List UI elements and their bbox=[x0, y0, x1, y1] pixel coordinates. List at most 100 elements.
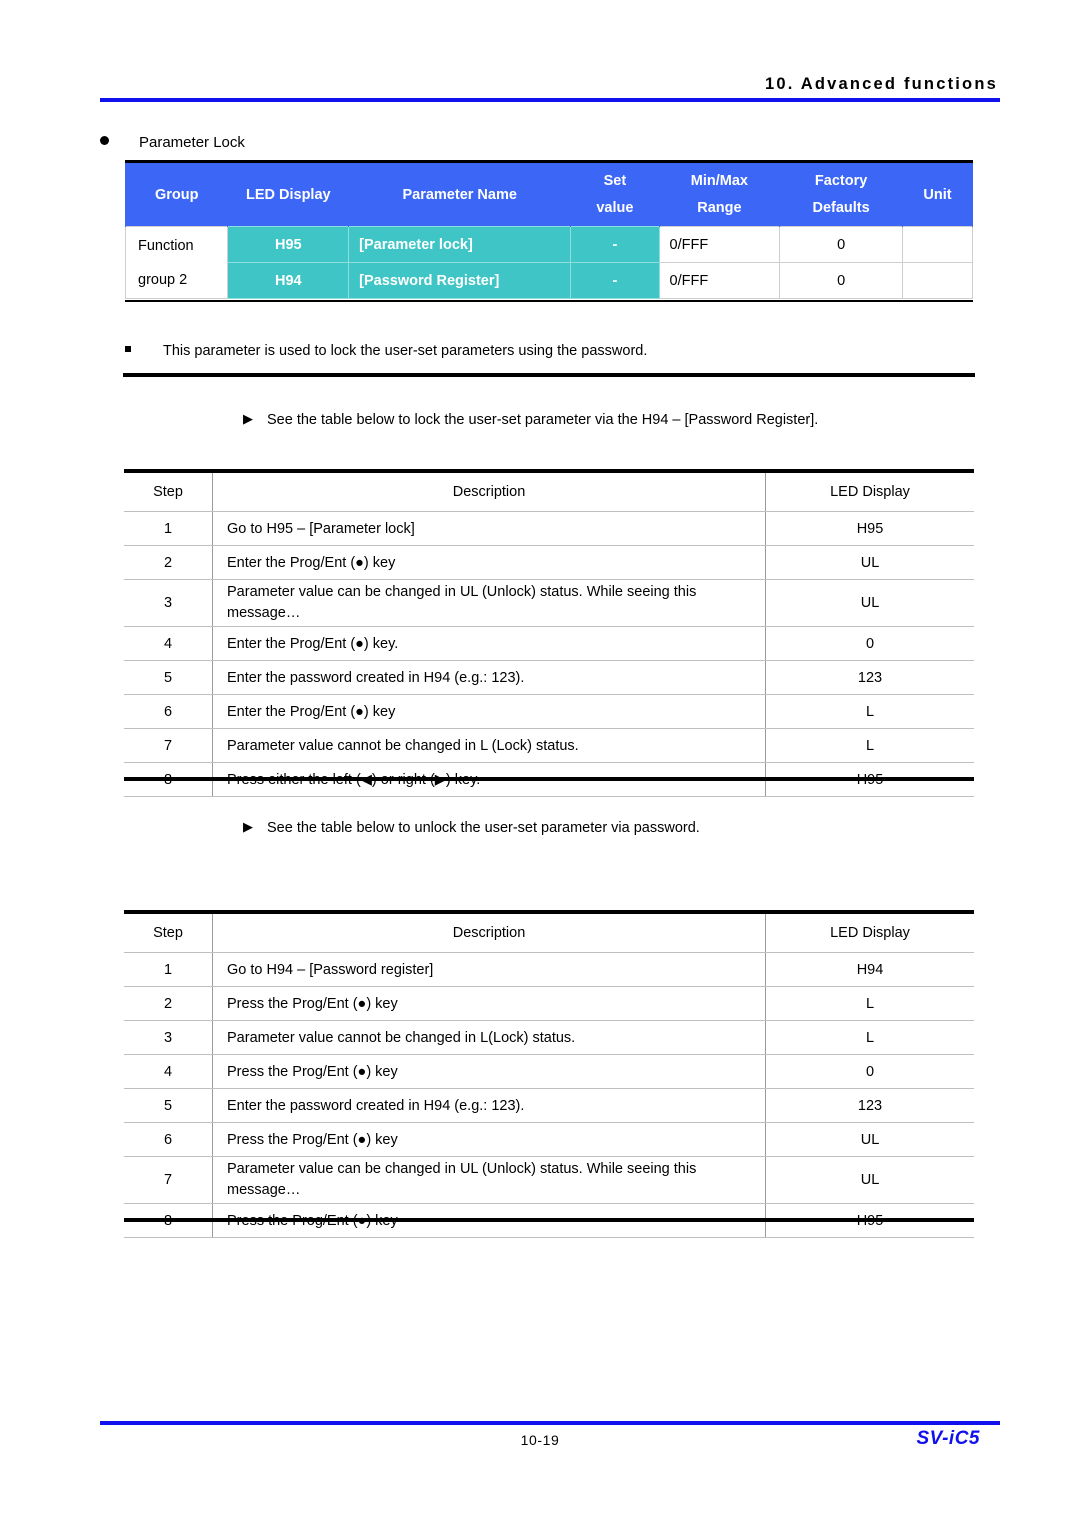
cell-led-display: H94 bbox=[227, 262, 350, 299]
cell-min-max-range: 0/FFF bbox=[658, 226, 781, 263]
unlock-step-table-body: 1 Go to H94 – [Password register] H94 2 … bbox=[124, 952, 974, 1238]
column-header-parameter-name: Parameter Name bbox=[348, 163, 572, 227]
cell-step-number: 2 bbox=[124, 986, 213, 1021]
cell-description: Enter the password created in H94 (e.g.:… bbox=[212, 1088, 766, 1123]
cell-description: Go to H95 – [Parameter lock] bbox=[212, 511, 766, 546]
table-row: 5 Enter the password created in H94 (e.g… bbox=[124, 1088, 974, 1123]
note-divider-rule bbox=[123, 373, 975, 377]
unlock-section-intro-line: ▶ See the table below to unlock the user… bbox=[243, 820, 700, 836]
unlock-table-bottom-rule bbox=[124, 1218, 974, 1222]
lock-step-table-body: 1 Go to H95 – [Parameter lock] H95 2 Ent… bbox=[124, 511, 974, 797]
cell-step-number: 2 bbox=[124, 545, 213, 580]
cell-step-number: 7 bbox=[124, 1156, 213, 1204]
cell-step-number: 1 bbox=[124, 511, 213, 546]
table-row: 7 Parameter value can be changed in UL (… bbox=[124, 1156, 974, 1204]
cell-description: Enter the password created in H94 (e.g.:… bbox=[212, 660, 766, 695]
cell-step-number: 5 bbox=[124, 660, 213, 695]
cell-led-display: L bbox=[765, 694, 974, 729]
cell-description: Enter the Prog/Ent (●) key. bbox=[212, 626, 766, 661]
cell-step-number: 3 bbox=[124, 579, 213, 627]
cell-led-display: UL bbox=[765, 545, 974, 580]
cell-description: Enter the Prog/Ent (●) key bbox=[212, 545, 766, 580]
cell-parameter-name: [Password Register] bbox=[348, 262, 572, 299]
table-header-row: Group LED Display Parameter Name Set val… bbox=[124, 163, 974, 227]
table-header-row: Step Description LED Display bbox=[124, 473, 974, 512]
document-page: 10. Advanced functions Parameter Lock Gr… bbox=[0, 0, 1080, 1528]
running-header: 10. Advanced functions bbox=[100, 74, 1000, 94]
table-row: 4 Press the Prog/Ent (●) key 0 bbox=[124, 1054, 974, 1089]
lock-step-table: Step Description LED Display 1 Go to H95… bbox=[124, 473, 974, 797]
column-header-led-display: LED Display bbox=[227, 163, 350, 227]
column-header-step: Step bbox=[124, 914, 213, 953]
table-row: 6 Press the Prog/Ent (●) key UL bbox=[124, 1122, 974, 1157]
column-header-led-display: LED Display bbox=[765, 914, 974, 953]
column-header-min-max-range: Min/Max Range bbox=[658, 163, 781, 227]
cell-description: Parameter value cannot be changed in L (… bbox=[212, 728, 766, 763]
cell-description: Press the Prog/Ent (●) key bbox=[212, 1054, 766, 1089]
column-header-led-display: LED Display bbox=[765, 473, 974, 512]
footer-brand: SV-iC5 bbox=[916, 1428, 980, 1449]
unlock-section-intro-text: See the table below to unlock the user-s… bbox=[267, 820, 700, 836]
cell-description-text: Parameter value can be changed in UL (Un… bbox=[227, 1161, 697, 1198]
cell-led-display: UL bbox=[765, 579, 974, 627]
cell-step-number: 4 bbox=[124, 626, 213, 661]
cell-description: Parameter value can be changed in UL (Un… bbox=[212, 1156, 766, 1204]
cell-step-number: 4 bbox=[124, 1054, 213, 1089]
parameter-table-bottom-rule bbox=[125, 300, 973, 302]
unlock-step-table-header: Step Description LED Display bbox=[124, 914, 974, 953]
column-header-min-max-line1: Min/Max bbox=[690, 173, 748, 189]
cell-led-display: H94 bbox=[765, 952, 974, 987]
column-header-factory-line1: Factory bbox=[814, 173, 868, 189]
cell-step-number: 3 bbox=[124, 1020, 213, 1055]
cell-led-display: L bbox=[765, 728, 974, 763]
cell-description: Press the Prog/Ent (●) key bbox=[212, 1122, 766, 1157]
table-row: 3 Parameter value can be changed in UL (… bbox=[124, 579, 974, 627]
group-label-line2: group 2 bbox=[138, 271, 188, 288]
cell-min-max-range: 0/FFF bbox=[658, 262, 781, 299]
cell-led-display: 123 bbox=[765, 660, 974, 695]
table-row: 4 Enter the Prog/Ent (●) key. 0 bbox=[124, 626, 974, 661]
table-header-row: Step Description LED Display bbox=[124, 914, 974, 953]
cell-unit bbox=[901, 226, 974, 263]
cell-led-display: UL bbox=[765, 1156, 974, 1204]
cell-led-display: 123 bbox=[765, 1088, 974, 1123]
cell-step-number: 1 bbox=[124, 952, 213, 987]
cell-step-number: 6 bbox=[124, 1122, 213, 1157]
lock-step-table-header: Step Description LED Display bbox=[124, 473, 974, 512]
cell-description-text: Parameter value can be changed in UL (Un… bbox=[227, 584, 697, 621]
cell-led-display: 0 bbox=[765, 626, 974, 661]
note-line: This parameter is used to lock the user-… bbox=[125, 343, 647, 359]
cell-led-display: UL bbox=[765, 1122, 974, 1157]
cell-led-display: L bbox=[765, 986, 974, 1021]
cell-step-number: 6 bbox=[124, 694, 213, 729]
lock-section-intro-text: See the table below to lock the user-set… bbox=[267, 412, 819, 428]
cell-factory-default: 0 bbox=[779, 226, 903, 263]
cell-led-display: 0 bbox=[765, 1054, 974, 1089]
table-row: 2 Press the Prog/Ent (●) key L bbox=[124, 986, 974, 1021]
cell-unit bbox=[901, 262, 974, 299]
column-header-description: Description bbox=[212, 914, 766, 953]
unlock-step-table: Step Description LED Display 1 Go to H94… bbox=[124, 914, 974, 1238]
note-text: This parameter is used to lock the user-… bbox=[163, 343, 648, 359]
lock-section-intro-line: ▶ See the table below to lock the user-s… bbox=[243, 412, 818, 428]
column-header-step: Step bbox=[124, 473, 213, 512]
table-row: 1 Go to H94 – [Password register] H94 bbox=[124, 952, 974, 987]
cell-description: Press the Prog/Ent (●) key bbox=[212, 986, 766, 1021]
cell-set-value: - bbox=[570, 226, 660, 263]
cell-description: Parameter value can be changed in UL (Un… bbox=[212, 579, 766, 627]
table-row: 7 Parameter value cannot be changed in L… bbox=[124, 728, 974, 763]
filled-circle-bullet-icon bbox=[100, 136, 109, 145]
cell-description: Enter the Prog/Ent (●) key bbox=[212, 694, 766, 729]
column-header-description: Description bbox=[212, 473, 766, 512]
section-title: Parameter Lock bbox=[139, 134, 245, 151]
column-header-factory-line2: Defaults bbox=[812, 200, 870, 216]
cell-factory-default: 0 bbox=[779, 262, 903, 299]
column-header-set-value: Set value bbox=[570, 163, 660, 227]
filled-square-bullet-icon bbox=[125, 346, 131, 352]
column-header-set-value-line1: Set bbox=[603, 173, 627, 189]
table-row: H94 [Password Register] - 0/FFF 0 bbox=[126, 262, 974, 299]
header-title: 10. Advanced functions bbox=[765, 75, 998, 93]
table-row: 1 Go to H95 – [Parameter lock] H95 bbox=[124, 511, 974, 546]
section-bullet-line: Parameter Lock bbox=[100, 134, 245, 151]
column-header-set-value-line2: value bbox=[596, 200, 634, 216]
